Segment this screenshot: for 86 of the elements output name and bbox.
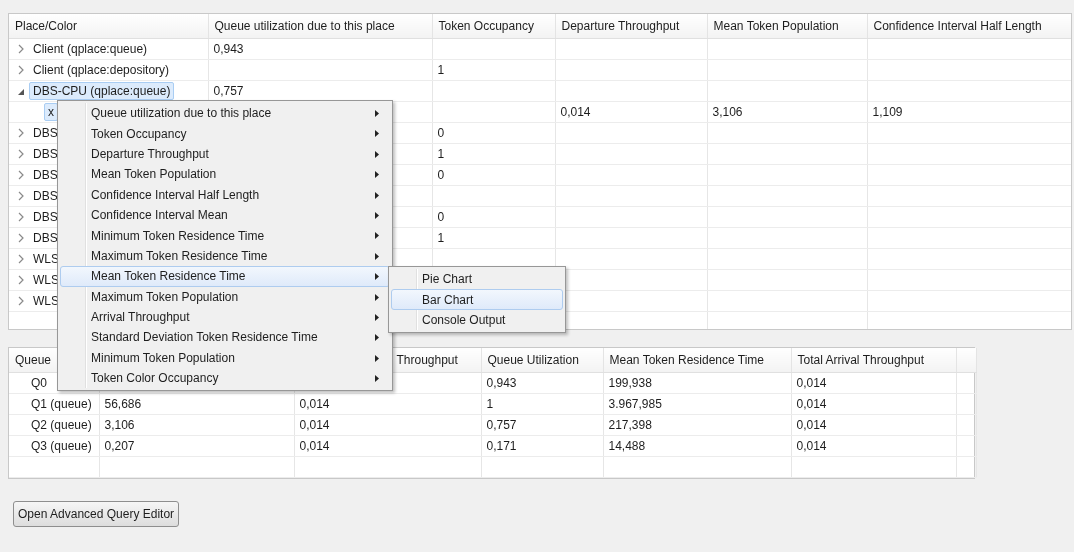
table-cell: 0,014: [796, 418, 827, 432]
column-header[interactable]: Place/Color: [9, 14, 208, 39]
table-cell: 0: [437, 126, 445, 140]
table-cell: 0: [437, 168, 445, 182]
submenu-arrow-icon: [375, 150, 379, 158]
menu-item[interactable]: Token Color Occupancy: [60, 368, 390, 389]
menu-item[interactable]: Pie Chart: [391, 269, 563, 290]
table-cell-text: Q0: [30, 376, 47, 390]
submenu-arrow-icon: [375, 313, 379, 321]
menu-item[interactable]: Confidence Interval Half Length: [60, 184, 390, 205]
table-cell: 0,207: [104, 439, 135, 453]
menu-item[interactable]: Confidence Interval Mean: [60, 204, 390, 226]
menu-item[interactable]: Console Output: [391, 309, 563, 331]
table-cell: 56,686: [104, 397, 142, 411]
column-header[interactable]: Token Occupancy: [432, 14, 555, 39]
chevron-right-icon[interactable]: [17, 254, 25, 264]
chevron-right-icon[interactable]: [17, 128, 25, 138]
table-cell: 3,106: [104, 418, 135, 432]
chevron-right-icon[interactable]: [17, 65, 25, 75]
table-cell-text: Q2 (queue): [30, 418, 92, 432]
menu-item[interactable]: Maximum Token Residence Time: [60, 245, 390, 267]
table-cell: 0,943: [213, 42, 244, 56]
submenu-arrow-icon: [375, 110, 379, 117]
menu-item[interactable]: Mean Token Population: [60, 164, 390, 185]
tree-item[interactable]: x: [44, 103, 58, 121]
table-cell: 1: [437, 231, 445, 245]
column-header[interactable]: Departure Throughput: [555, 14, 707, 39]
chevron-right-icon[interactable]: [17, 170, 25, 180]
table-cell: 3,106: [712, 105, 743, 119]
table-cell: 0,757: [486, 418, 517, 432]
table-cell: 1,109: [872, 105, 903, 119]
submenu-arrow-icon: [375, 232, 379, 240]
column-header[interactable]: Mean Token Population: [707, 14, 867, 39]
submenu-arrow-icon: [375, 293, 379, 301]
table-cell: 14,488: [608, 439, 646, 453]
submenu-arrow-icon: [375, 354, 379, 362]
tree-item[interactable]: DBS-CPU (qplace:queue): [29, 82, 175, 100]
table-cell: 199,938: [608, 376, 652, 390]
chevron-right-icon[interactable]: [17, 275, 25, 285]
table-cell: 0,014: [299, 418, 330, 432]
column-header[interactable]: Queue utilization due to this place: [208, 14, 432, 39]
table-cell: 217,398: [608, 418, 652, 432]
table-cell: 0,014: [299, 397, 330, 411]
menu-item[interactable]: Departure Throughput: [60, 143, 390, 165]
menu-item[interactable]: Minimum Token Residence Time: [60, 225, 390, 246]
table-cell-text: Q1 (queue): [30, 397, 92, 411]
column-header[interactable]: Confidence Interval Half Length: [867, 14, 1071, 39]
table-cell: 3.967,985: [608, 397, 662, 411]
table-cell: 0: [437, 210, 445, 224]
table-cell: 0,943: [486, 376, 517, 390]
menu-item[interactable]: Token Occupancy: [60, 123, 390, 144]
table-cell: 0,014: [560, 105, 591, 119]
submenu-arrow-icon: [375, 273, 379, 281]
open-editor-button[interactable]: Open Advanced Query Editor: [13, 501, 180, 527]
chevron-right-icon[interactable]: [17, 149, 25, 159]
tree-item[interactable]: Client (qplace:depository): [29, 61, 174, 79]
table-cell: 1: [486, 397, 494, 411]
submenu-arrow-icon: [375, 375, 379, 383]
menu-item[interactable]: Maximum Token Population: [60, 286, 390, 307]
submenu-arrow-icon: [375, 334, 379, 342]
table-cell: 0,014: [796, 397, 827, 411]
menu-item[interactable]: Minimum Token Population: [60, 347, 390, 369]
submenu-arrow-icon: [375, 130, 379, 138]
table-cell: 0,014: [796, 439, 827, 453]
submenu-arrow-icon: [375, 211, 379, 219]
table-cell: 0,757: [213, 84, 244, 98]
chevron-right-icon[interactable]: [17, 296, 25, 306]
table-cell-text: Q3 (queue): [30, 439, 92, 453]
table-cell: 0,171: [486, 439, 517, 453]
table-cell: 1: [437, 63, 445, 77]
table-cell: 0,014: [796, 376, 827, 390]
menu-item[interactable]: Bar Chart: [391, 289, 563, 310]
submenu-arrow-icon: [375, 252, 379, 260]
menu-item[interactable]: Standard Deviation Token Residence Time: [60, 327, 390, 348]
chevron-right-icon[interactable]: [17, 191, 25, 201]
table-cell: 0,014: [299, 439, 330, 453]
tree-item[interactable]: Client (qplace:queue): [29, 40, 152, 58]
chevron-right-icon[interactable]: [17, 212, 25, 222]
chevron-right-icon[interactable]: [17, 44, 25, 54]
chevron-right-icon[interactable]: [17, 233, 25, 243]
table-cell: 1: [437, 147, 445, 161]
menu-item[interactable]: Arrival Throughput: [60, 306, 390, 328]
submenu-arrow-icon: [375, 171, 379, 179]
menu-item[interactable]: Mean Token Residence Time: [60, 266, 390, 287]
submenu-arrow-icon: [375, 191, 379, 199]
menu-item[interactable]: Queue utilization due to this place: [60, 103, 390, 124]
